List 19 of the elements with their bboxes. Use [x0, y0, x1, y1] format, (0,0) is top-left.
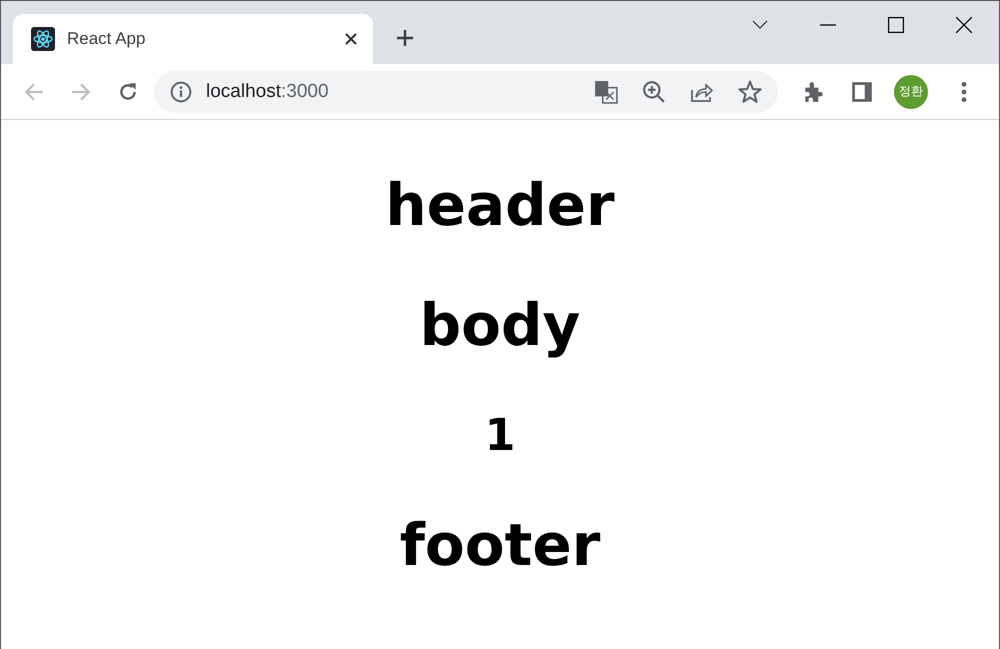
reload-icon[interactable] [117, 80, 139, 102]
page-heading: body [420, 291, 580, 359]
zoom-in-icon[interactable] [642, 80, 666, 104]
side-panel-icon[interactable] [850, 80, 874, 104]
page-heading: footer [400, 511, 600, 579]
browser-tab[interactable]: React App [13, 14, 373, 64]
page-heading: header [385, 171, 615, 239]
close-icon[interactable] [345, 33, 357, 45]
close-icon[interactable] [956, 17, 972, 33]
atom-icon [31, 27, 55, 51]
translate-icon[interactable] [594, 80, 618, 104]
tab-title: React App [67, 29, 146, 49]
plus-icon[interactable] [396, 29, 414, 47]
url-text: localhost:3000 [206, 80, 329, 102]
address-bar[interactable]: localhost:3000 [154, 70, 778, 112]
maximize-icon[interactable] [888, 17, 904, 33]
star-icon[interactable] [738, 80, 762, 104]
counter-value: 1 [484, 410, 516, 460]
info-icon [170, 80, 192, 102]
